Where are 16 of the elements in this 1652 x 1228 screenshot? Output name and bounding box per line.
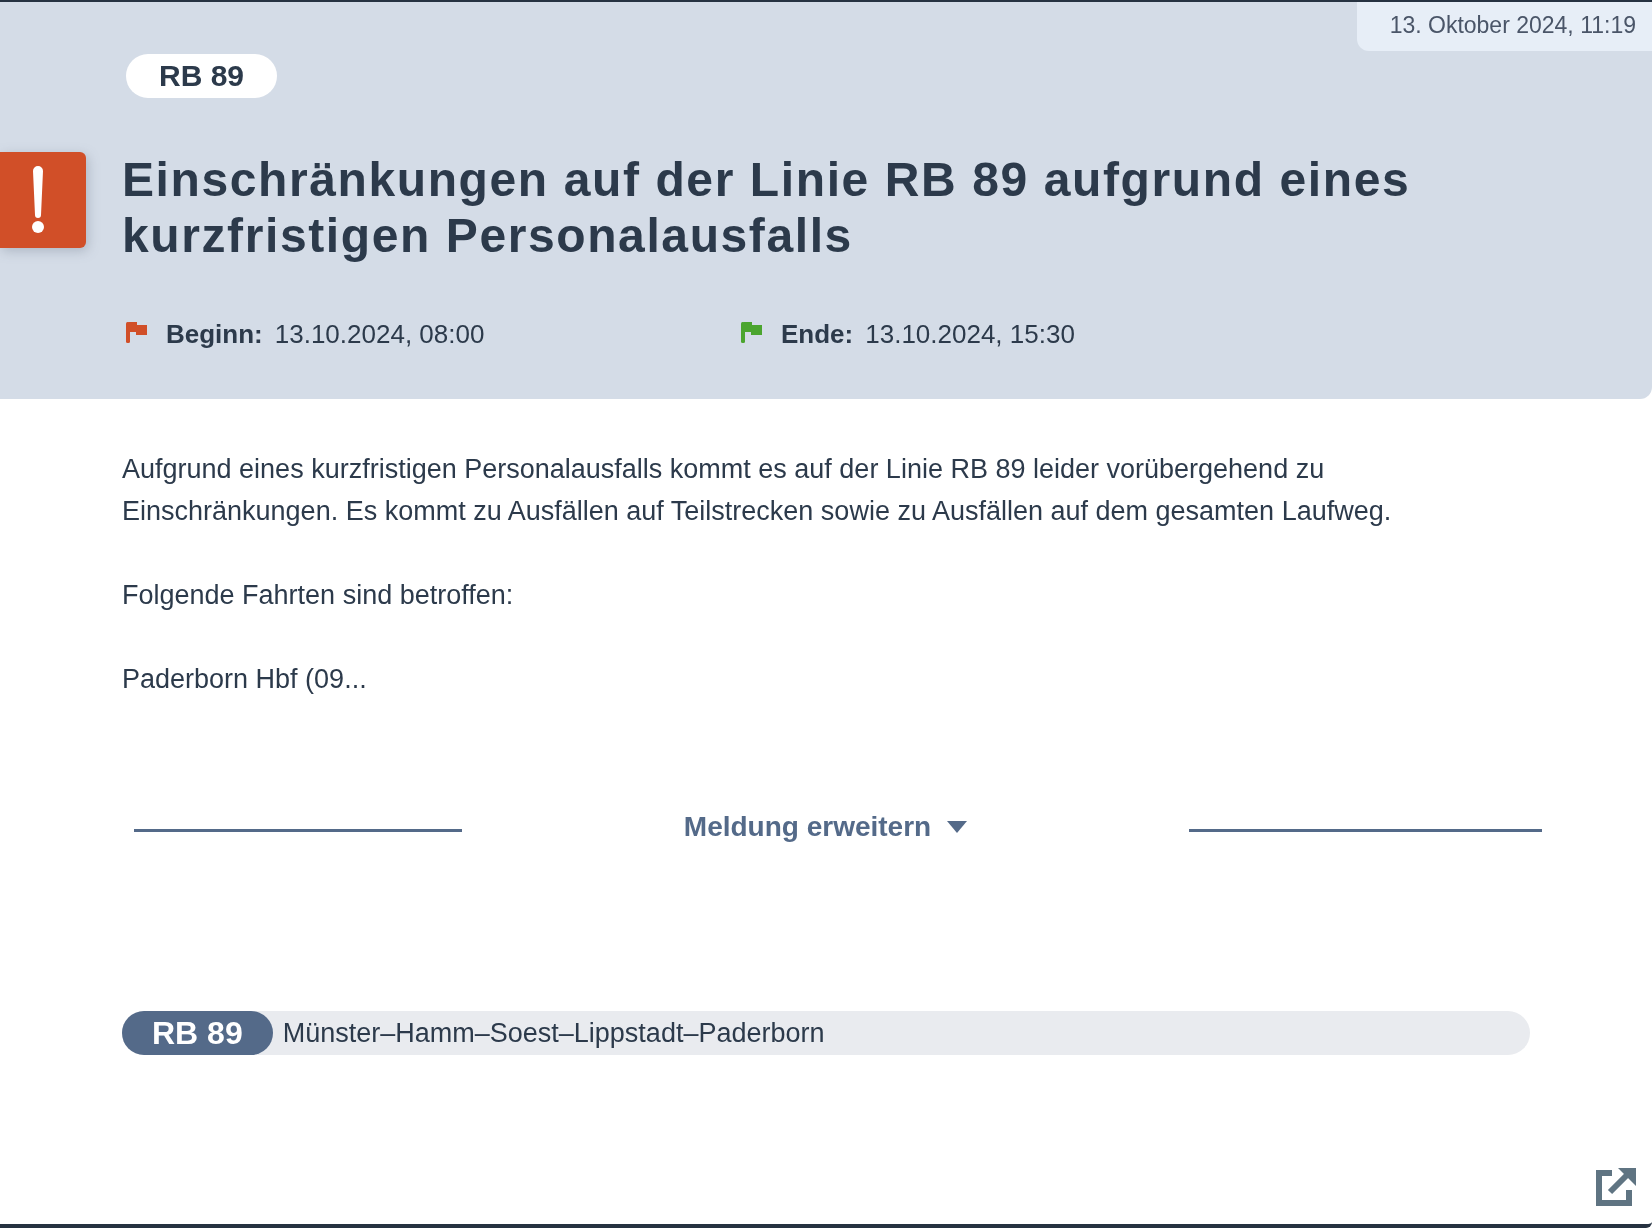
caret-icon	[947, 821, 968, 833]
timestamp: 13. Oktober 2024, 11:19	[1356, 2, 1652, 51]
alert-title: Einschränkungen auf der Linie RB 89 aufgrund eines kurzfristigen Personalausfalls	[122, 152, 1412, 264]
line-badge: RB 89	[122, 1011, 273, 1055]
expand-button[interactable]: Meldung erweitern	[683, 811, 968, 843]
message-text: Aufgrund eines kurzfristigen Personalausfalls kommt es auf der Linie RB 89 leider vorübergehend zu Einschränkungen. Es kommt zu Ausfällen auf Teilstrecken sowie zu Ausfällen auf dem gesamten Laufweg.	[122, 453, 1393, 528]
message-text: Paderborn Hbf (09...	[122, 663, 368, 696]
route-stops: Münster–Hamm–Soest–Lippstadt–Paderborn	[282, 1017, 825, 1049]
external-link-icon[interactable]	[1596, 1166, 1636, 1206]
line-badge: RB 89	[126, 54, 278, 98]
period-label: Beginn:	[166, 318, 263, 350]
period-value: 13.10.2024, 08:00	[274, 318, 485, 350]
period-value: 13.10.2024, 15:30	[865, 318, 1075, 350]
message-text: Folgende Fahrten sind betroffen:	[122, 579, 515, 612]
exclamation-icon	[0, 152, 86, 248]
period-label: Ende:	[781, 318, 854, 350]
